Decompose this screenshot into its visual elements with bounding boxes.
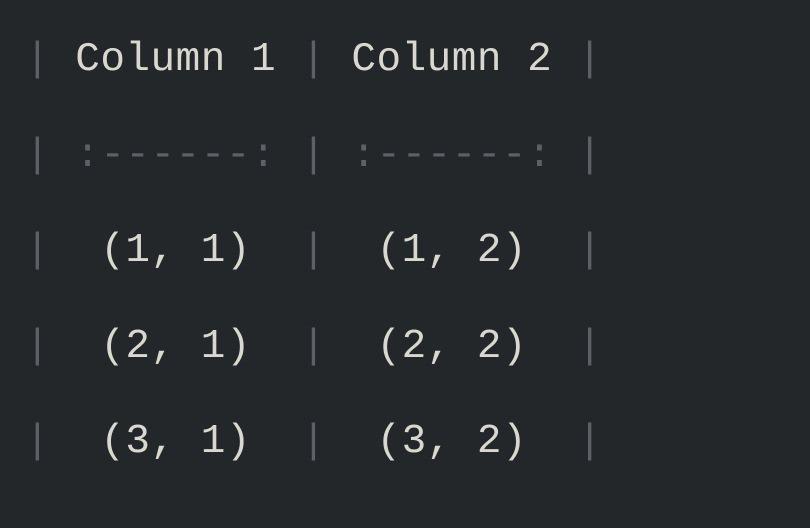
pipe-icon: | <box>301 324 326 370</box>
pipe-icon: | <box>25 419 50 465</box>
pipe-icon: | <box>577 324 602 370</box>
table-cell: (2, 1) <box>50 324 301 370</box>
pipe-icon: | <box>577 133 602 179</box>
pipe-icon: | <box>301 228 326 274</box>
pipe-icon: | <box>25 324 50 370</box>
pipe-icon: | <box>25 228 50 274</box>
table-header-row: | Column 1 | Column 2 | <box>25 30 785 92</box>
markdown-table-code-block: | Column 1 | Column 2 | | :------: | :--… <box>25 30 785 474</box>
pipe-icon: | <box>301 37 326 83</box>
pipe-icon: | <box>577 419 602 465</box>
alignment-separator: :------: <box>50 133 301 179</box>
pipe-icon: | <box>577 37 602 83</box>
table-row: | (1, 1) | (1, 2) | <box>25 221 785 283</box>
table-cell: (1, 2) <box>326 228 577 274</box>
table-cell: (2, 2) <box>326 324 577 370</box>
pipe-icon: | <box>25 37 50 83</box>
table-cell: (3, 1) <box>50 419 301 465</box>
pipe-icon: | <box>25 133 50 179</box>
column-header-2: Column 2 <box>326 37 577 83</box>
pipe-icon: | <box>577 228 602 274</box>
table-row: | (3, 1) | (3, 2) | <box>25 412 785 474</box>
alignment-separator: :------: <box>326 133 577 179</box>
table-cell: (1, 1) <box>50 228 301 274</box>
table-separator-row: | :------: | :------: | <box>25 126 785 188</box>
pipe-icon: | <box>301 133 326 179</box>
column-header-1: Column 1 <box>50 37 301 83</box>
pipe-icon: | <box>301 419 326 465</box>
table-row: | (2, 1) | (2, 2) | <box>25 317 785 379</box>
table-cell: (3, 2) <box>326 419 577 465</box>
